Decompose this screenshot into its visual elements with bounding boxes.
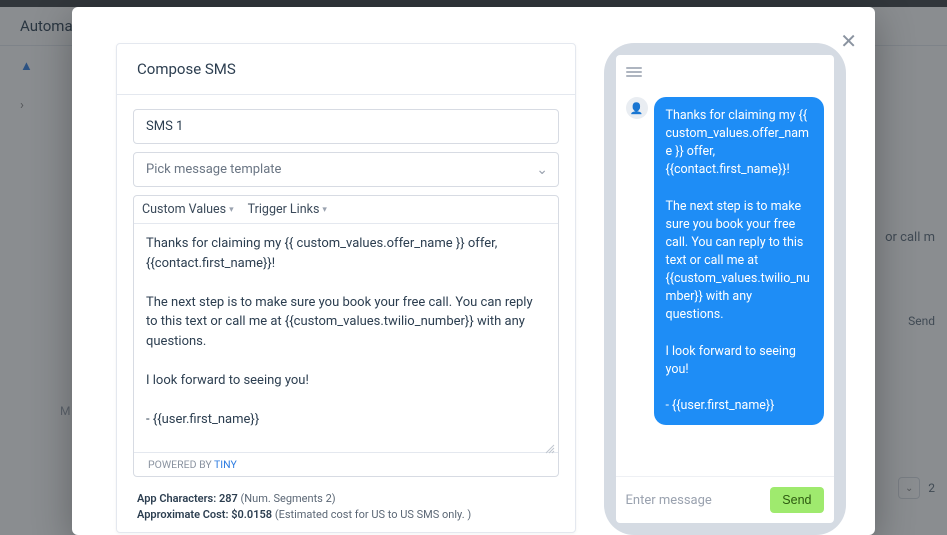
- phone-screen: 👤 Thanks for claiming my {{ custom_value…: [616, 55, 834, 523]
- editor-powered-by: POWERED BY TINY: [134, 452, 558, 476]
- compose-sms-modal: ✕ Compose SMS Pick message template ⌄ Cu…: [72, 7, 875, 535]
- trigger-links-dropdown[interactable]: Trigger Links▾: [248, 202, 327, 217]
- template-placeholder: Pick message template: [134, 153, 558, 186]
- chat-area: 👤 Thanks for claiming my {{ custom_value…: [616, 85, 834, 476]
- phone-preview: 👤 Thanks for claiming my {{ custom_value…: [604, 43, 846, 535]
- sms-name-input[interactable]: [133, 109, 559, 144]
- message-textarea[interactable]: Thanks for claiming my {{ custom_values.…: [134, 224, 558, 452]
- template-select[interactable]: Pick message template ⌄: [133, 152, 559, 187]
- hamburger-icon[interactable]: [626, 67, 642, 77]
- chevron-down-icon: ▾: [322, 205, 327, 215]
- compose-title: Compose SMS: [117, 44, 575, 95]
- avatar-icon: 👤: [630, 102, 644, 115]
- message-stats: App Characters: 287 (Num. Segments 2) Ap…: [133, 485, 559, 524]
- avatar: 👤: [626, 97, 648, 119]
- tiny-link[interactable]: TINY: [214, 458, 237, 471]
- close-icon: ✕: [840, 29, 857, 53]
- resize-handle-icon[interactable]: [545, 439, 555, 449]
- custom-values-dropdown[interactable]: Custom Values▾: [142, 202, 234, 217]
- phone-send-button[interactable]: Send: [770, 487, 823, 513]
- message-bubble: Thanks for claiming my {{ custom_values.…: [654, 97, 824, 425]
- compose-card: Compose SMS Pick message template ⌄ Cust…: [116, 43, 576, 533]
- editor-toolbar: Custom Values▾ Trigger Links▾: [134, 196, 558, 224]
- phone-message-input[interactable]: Enter message: [626, 493, 763, 508]
- chevron-down-icon: ⌄: [536, 162, 548, 178]
- close-button[interactable]: ✕: [840, 31, 857, 51]
- chevron-down-icon: ▾: [229, 205, 234, 215]
- message-editor: Custom Values▾ Trigger Links▾ Thanks for…: [133, 195, 559, 477]
